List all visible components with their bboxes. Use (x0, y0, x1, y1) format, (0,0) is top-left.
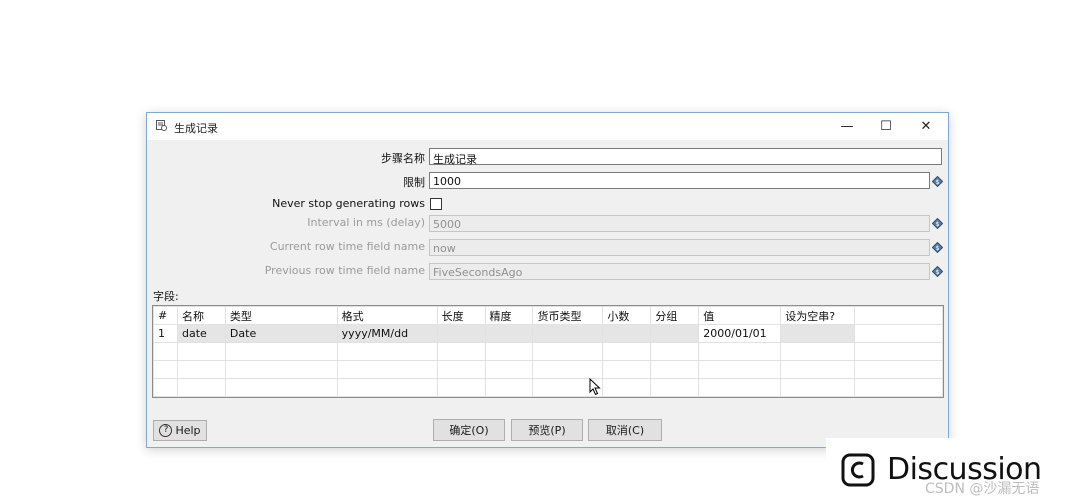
table-cell[interactable] (532, 324, 604, 343)
help-button-label: Help (175, 424, 201, 437)
column-header[interactable]: # (153, 306, 178, 325)
svg-text:$: $ (936, 269, 940, 276)
previous-row-time-input[interactable]: FiveSecondsAgo (429, 263, 930, 280)
help-button[interactable]: ? Help (153, 420, 207, 441)
svg-text:$: $ (936, 179, 940, 186)
column-header[interactable]: 长度 (436, 306, 486, 325)
variable-diamond-icon[interactable]: $ (932, 176, 943, 187)
variable-diamond-icon[interactable]: $ (932, 218, 943, 229)
svg-text:$: $ (936, 245, 940, 252)
variable-diamond-icon[interactable]: $ (932, 242, 943, 253)
title-bar: 生成记录 — ☐ ✕ (147, 113, 948, 140)
table-cell-filler (854, 324, 943, 343)
fields-section-label: 字段: (153, 290, 179, 303)
column-header[interactable]: 值 (698, 306, 782, 325)
table-cell[interactable] (650, 324, 700, 343)
column-header[interactable]: 名称 (176, 306, 226, 325)
column-header[interactable]: 货币类型 (532, 306, 604, 325)
svg-text:$: $ (936, 221, 940, 228)
table-cell[interactable]: date (176, 324, 226, 343)
table-cell[interactable] (780, 324, 856, 343)
variable-diamond-icon[interactable]: $ (932, 266, 943, 277)
table-cell[interactable] (602, 324, 652, 343)
question-icon: ? (159, 424, 173, 437)
maximize-button[interactable]: ☐ (866, 113, 906, 140)
table-cell[interactable]: 1 (153, 324, 178, 343)
current-row-time-input[interactable]: now (429, 239, 930, 256)
limit-label: 限制 (403, 176, 425, 189)
column-header[interactable]: 小数 (602, 306, 652, 325)
never-stop-checkbox[interactable] (430, 198, 442, 210)
close-button[interactable]: ✕ (906, 113, 946, 140)
ok-button[interactable]: 确定(O) (433, 419, 505, 441)
previous-row-time-label: Previous row time field name (264, 264, 425, 277)
table-cell[interactable]: 2000/01/01 (698, 324, 782, 343)
generate-rows-dialog: 生成记录 — ☐ ✕ 步骤名称 生成记录 限制 1000 $ Never sto… (146, 112, 949, 448)
table-cell[interactable] (436, 324, 486, 343)
table-header-row: # 名称 类型 格式 长度 精度 货币类型 小数 分组 值 设为空串? (153, 306, 943, 325)
mouse-cursor-icon (589, 378, 601, 396)
table-cell[interactable]: Date (224, 324, 338, 343)
table-row-empty[interactable] (153, 360, 943, 379)
current-row-time-label: Current row time field name (269, 240, 425, 253)
dialog-title: 生成记录 (174, 122, 218, 135)
column-header[interactable]: 设为空串? (780, 306, 856, 325)
table-row[interactable]: 1 date Date yyyy/MM/dd 2000/01/01 (153, 324, 943, 343)
fields-table: # 名称 类型 格式 长度 精度 货币类型 小数 分组 值 设为空串? 1 da… (152, 305, 944, 398)
column-header[interactable]: 类型 (224, 306, 338, 325)
never-stop-label: Never stop generating rows (272, 197, 425, 210)
step-name-input[interactable]: 生成记录 (429, 148, 942, 166)
app-icon (156, 120, 167, 131)
table-cell[interactable] (484, 324, 534, 343)
csdn-watermark: CSDN @沙漏无语 (925, 481, 1040, 497)
table-row-empty[interactable] (153, 378, 943, 397)
cancel-button[interactable]: 取消(C) (588, 419, 662, 441)
column-header[interactable]: 格式 (336, 306, 438, 325)
interval-label: Interval in ms (delay) (307, 216, 425, 229)
column-header[interactable]: 精度 (484, 306, 534, 325)
table-cell[interactable]: yyyy/MM/dd (336, 324, 438, 343)
preview-button[interactable]: 预览(P) (511, 419, 583, 441)
table-row-empty[interactable] (153, 342, 943, 361)
column-header-filler (854, 306, 943, 325)
column-header[interactable]: 分组 (650, 306, 700, 325)
limit-input[interactable]: 1000 (429, 172, 930, 189)
step-name-label: 步骤名称 (381, 152, 425, 165)
interval-input[interactable]: 5000 (429, 215, 930, 232)
minimize-button[interactable]: — (827, 113, 867, 140)
discussion-logo-icon (841, 453, 875, 487)
